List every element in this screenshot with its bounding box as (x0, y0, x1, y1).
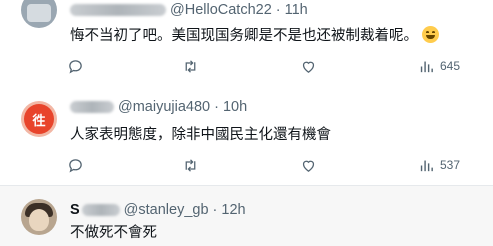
like-button[interactable] (300, 56, 317, 76)
tweet-text: 悔不当初了吧。美国现国务卿是不是也还被制裁着呢。 (70, 24, 439, 45)
views-button[interactable]: 645 (418, 56, 460, 76)
tweet-actions: 537 (0, 155, 493, 175)
heart-icon (302, 61, 315, 73)
heart-icon (302, 160, 315, 172)
retweet-icon (185, 59, 196, 73)
separator-dot: · (275, 2, 281, 18)
tweet-text-content: 悔不当初了吧。美国现国务卿是不是也还被制裁着呢。 (70, 28, 418, 44)
display-name-initial[interactable]: S (70, 202, 80, 218)
separator-dot: · (212, 202, 218, 218)
tweet-header: @maiyujia480 · 10h (70, 99, 247, 115)
user-handle[interactable]: @maiyujia480 (118, 99, 210, 115)
tweet-header: S @stanley_gb · 12h (70, 202, 246, 218)
tweet-text: 人家表明態度，除非中國民主化還有機會 (70, 127, 331, 143)
user-handle[interactable]: @stanley_gb (124, 202, 209, 218)
tweet-actions: 645 (0, 56, 493, 76)
blurred-display-name (70, 4, 166, 16)
tweet-text: 不做死不會死 (70, 225, 157, 241)
user-handle[interactable]: @HelloCatch22 (170, 2, 272, 18)
like-button[interactable] (300, 155, 317, 175)
reply-button[interactable] (67, 155, 84, 175)
retweet-button[interactable] (182, 155, 199, 175)
views-count: 537 (440, 158, 461, 172)
blurred-display-name (70, 101, 114, 113)
reply-icon (69, 158, 82, 172)
timestamp[interactable]: 11h (285, 2, 308, 18)
timestamp[interactable]: 10h (223, 99, 247, 115)
tweet-header: @HelloCatch22 · 11h (70, 2, 308, 18)
reply-icon (69, 59, 82, 73)
views-icon (420, 61, 433, 72)
blurred-display-name (81, 204, 120, 216)
retweet-icon (185, 158, 196, 172)
separator-dot: · (214, 99, 219, 115)
grinning-squinting-face-emoji (422, 26, 439, 43)
avatar[interactable]: 徃 (21, 101, 57, 137)
timestamp[interactable]: 12h (221, 202, 245, 218)
views-count: 645 (440, 59, 461, 73)
views-icon (420, 160, 433, 171)
avatar[interactable] (21, 0, 57, 28)
reply-button[interactable] (67, 56, 84, 76)
retweet-button[interactable] (182, 56, 199, 76)
avatar[interactable] (21, 199, 57, 235)
views-button[interactable]: 537 (418, 155, 460, 175)
avatar-text: 徃 (24, 104, 54, 134)
